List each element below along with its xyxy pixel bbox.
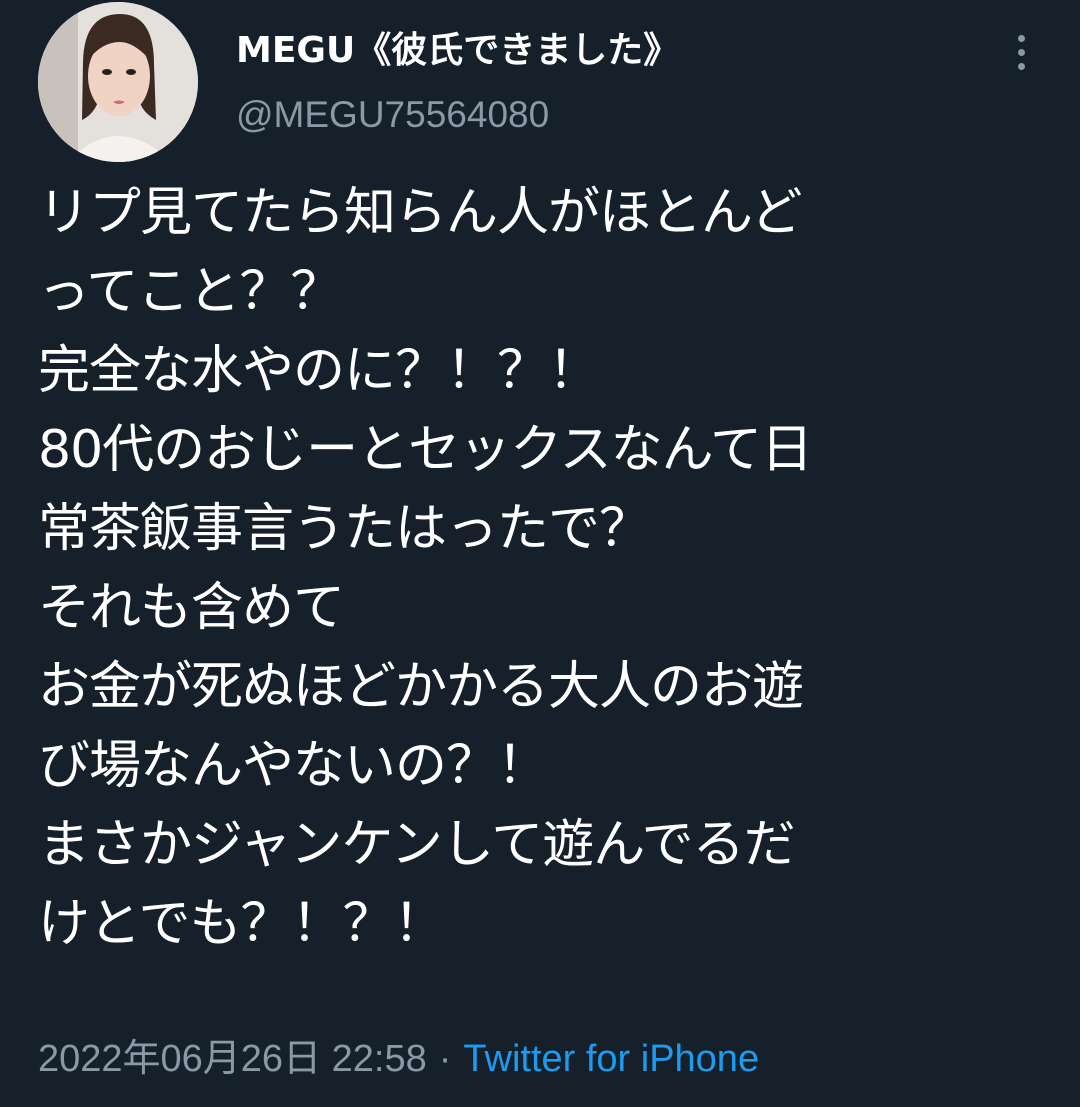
author-display-name[interactable]: MEGU《彼氏できました》 (236, 24, 679, 78)
meta-separator: · (438, 1038, 452, 1080)
more-vertical-icon-dot (1017, 48, 1025, 56)
tweet-text-line: 常茶飯事言うたはったで？ (38, 499, 651, 559)
tweet-text-line: まさかジャンケンして遊んでるだ (38, 815, 796, 875)
tweet-text-line: お金が死ぬほどかかる大人のお遊 (38, 657, 804, 717)
more-vertical-icon (1017, 34, 1025, 42)
tweet-detail-view: MEGU《彼氏できました》 @MEGU75564080 リプ見てたら知らん人がほ… (0, 0, 1080, 1107)
tweet-text-line: 80代のおじーとセックスなんて日 (38, 420, 813, 480)
tweet-text-line: び場なんやないの？！ (38, 736, 549, 796)
tweet-text-line: リプ見てたら知らん人がほとんど (38, 183, 802, 243)
tweet-text-line: それも含めて (38, 578, 345, 638)
avatar-photo-icon (38, 2, 198, 162)
more-options-button[interactable] (1004, 28, 1038, 76)
tweet-text-line: ってこと？？ (38, 262, 342, 322)
more-vertical-icon-dot (1017, 62, 1025, 70)
tweet-timestamp[interactable]: 2022年06月26日 22:58 (38, 1038, 427, 1080)
tweet-source-link[interactable]: Twitter for iPhone (463, 1038, 759, 1080)
author-handle[interactable]: @MEGU75564080 (236, 90, 679, 140)
user-avatar[interactable] (38, 2, 198, 162)
tweet-meta: 2022年06月26日 22:58 · Twitter for iPhone (38, 1030, 759, 1088)
tweet-text: リプ見てたら知らん人がほとんど ってこと？？ 完全な水やのに？！？！ 80代のお… (38, 174, 1048, 964)
author-info: MEGU《彼氏できました》 @MEGU75564080 (236, 24, 679, 140)
tweet-header: MEGU《彼氏できました》 @MEGU75564080 (38, 2, 1042, 164)
tweet-text-line: 完全な水やのに？！？！ (38, 341, 600, 401)
tweet-text-line: けとでも？！？！ (38, 894, 445, 954)
